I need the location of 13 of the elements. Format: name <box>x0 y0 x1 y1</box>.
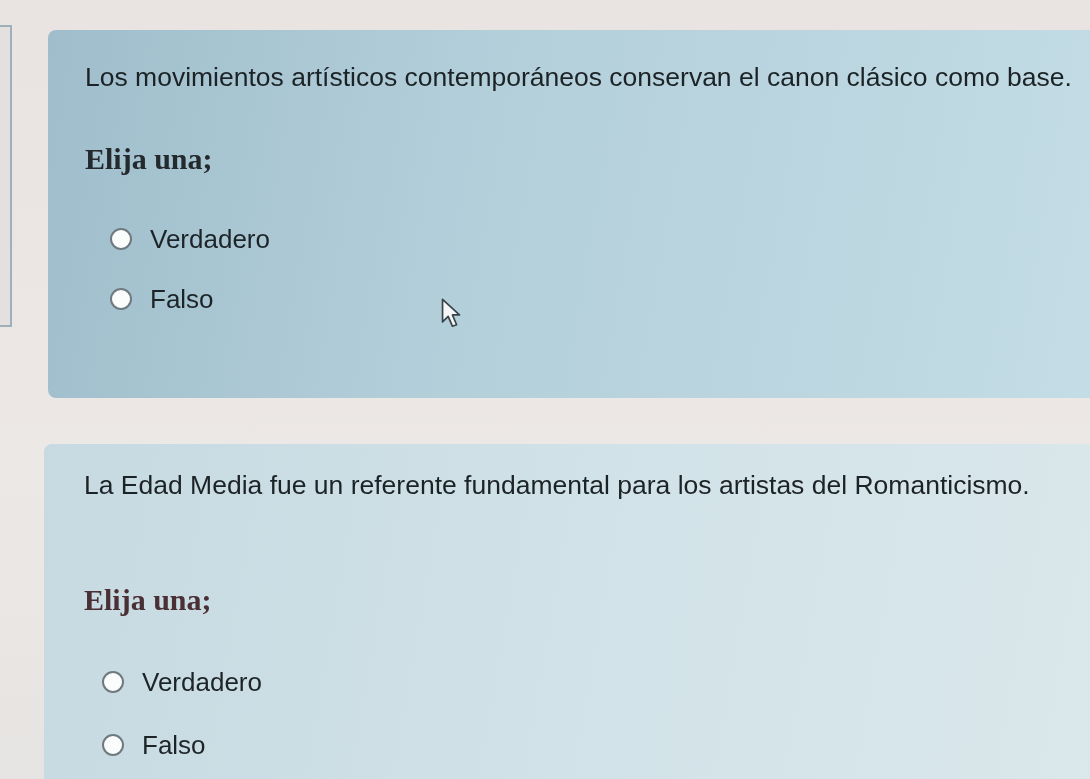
option-label[interactable]: Falso <box>150 283 214 315</box>
radio-button[interactable] <box>102 734 124 756</box>
answer-prompt: Elija una; <box>84 585 212 615</box>
answer-prompt: Elija una; <box>85 144 213 174</box>
radio-button[interactable] <box>110 228 132 250</box>
mouse-pointer-icon <box>441 298 461 329</box>
question-text: Los movimientos artísticos contemporáneos conservan el canon clásico como base. <box>85 62 1073 92</box>
option-label[interactable]: Verdadero <box>142 666 262 698</box>
question-text: La Edad Media fue un referente fundamental para los artistas del Romanticismo. <box>84 470 1031 500</box>
radio-button[interactable] <box>102 671 124 693</box>
option-label[interactable]: Falso <box>142 729 206 761</box>
radio-button[interactable] <box>110 288 132 310</box>
option-label[interactable]: Verdadero <box>150 223 270 255</box>
